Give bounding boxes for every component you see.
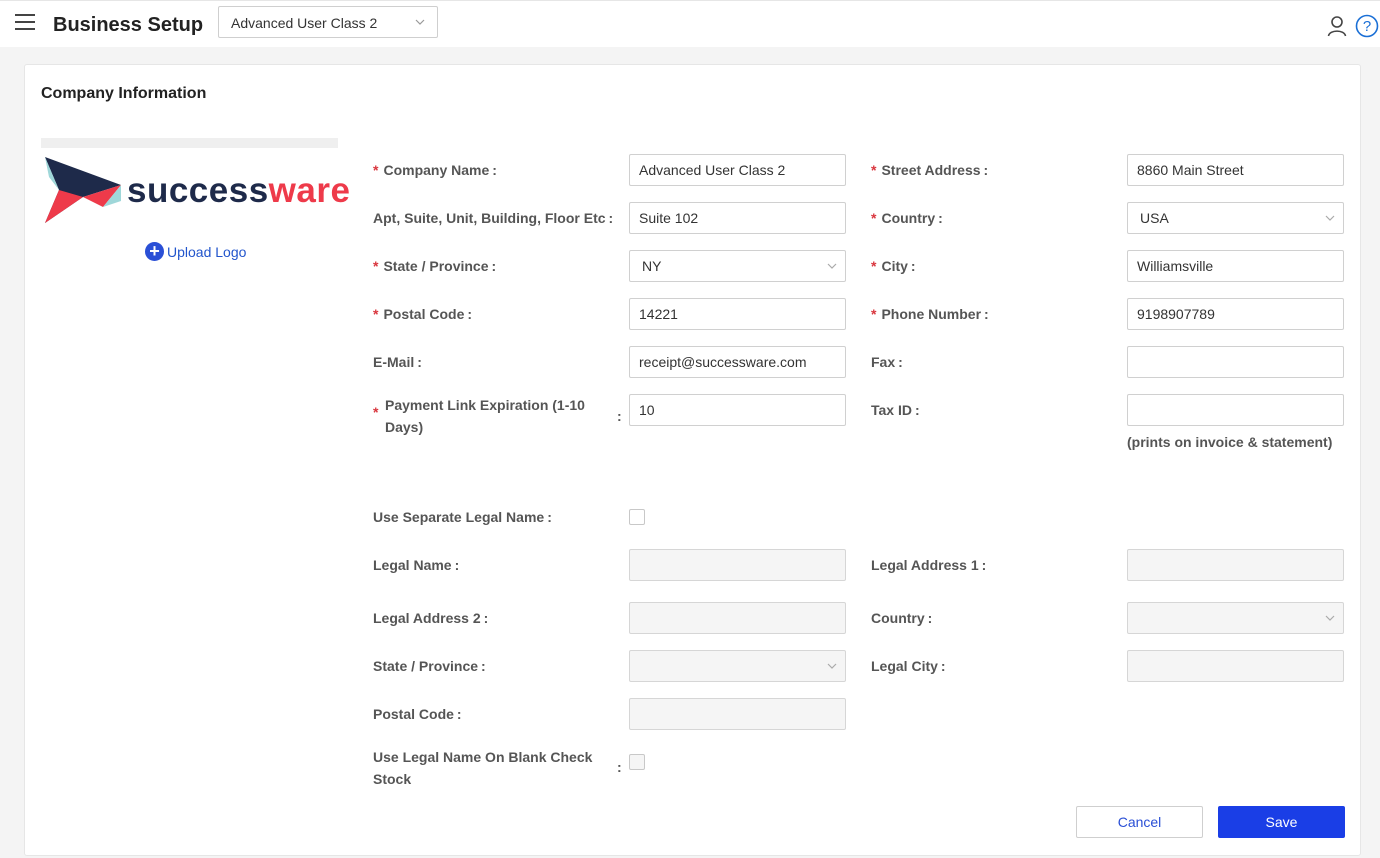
state-select[interactable]: NY [629,250,846,282]
legal-name-label: Legal Name: [373,557,460,573]
blank-check-colon: : [617,759,622,775]
legal-state-label: State / Province: [373,658,486,674]
page-title: Business Setup [53,14,204,36]
legal-city-input[interactable] [1127,650,1344,682]
payment-link-label: Payment Link Expiration (1-10 Days) [385,397,585,435]
logo-bar [41,138,338,148]
fax-label: Fax: [871,354,903,370]
legal-address2-label: Legal Address 2: [373,610,489,626]
chevron-down-icon [1325,615,1335,621]
blank-check-checkbox[interactable] [629,754,645,770]
country-label: * Country: [871,210,943,226]
apt-label: Apt, Suite, Unit, Building, Floor Etc: [373,210,614,226]
payment-link-input[interactable]: 10 [629,394,846,426]
legal-postal-code-label: Postal Code: [373,706,462,722]
tax-id-label: Tax ID: [871,402,920,418]
logo-text-success: success [127,171,269,210]
company-name-label: * Company Name: [373,162,497,178]
plus-icon: + [145,242,164,261]
chevron-down-icon [827,663,837,669]
legal-address1-label: Legal Address 1: [871,557,987,573]
legal-address2-input[interactable] [629,602,846,634]
use-separate-legal-label: Use Separate Legal Name: [373,509,552,525]
legal-state-select[interactable] [629,650,846,682]
company-logo: successware [43,157,350,223]
state-label: * State / Province: [373,258,497,274]
legal-country-label: Country: [871,610,933,626]
legal-city-label: Legal City: [871,658,946,674]
email-input[interactable]: receipt@successware.com [629,346,846,378]
menu-icon[interactable] [15,14,35,31]
fax-input[interactable] [1127,346,1344,378]
logo-text-ware: ware [268,171,351,210]
street-address-input[interactable]: 8860 Main Street [1127,154,1344,186]
tax-id-hint: (prints on invoice & statement) [1127,434,1333,450]
company-select[interactable]: Advanced User Class 2 [218,6,438,38]
country-select[interactable]: USA [1127,202,1344,234]
upload-logo-button[interactable]: + Upload Logo [145,242,246,261]
legal-address1-input[interactable] [1127,549,1344,581]
apt-input[interactable]: Suite 102 [629,202,846,234]
chevron-down-icon [1325,215,1335,221]
postal-code-label: * Postal Code: [373,306,473,322]
top-bar: Business Setup Advanced User Class 2 ? [0,0,1380,47]
legal-name-input[interactable] [629,549,846,581]
street-address-label: * Street Address: [871,162,989,178]
company-info-card: Company Information successware + Upload… [24,64,1361,856]
cancel-button[interactable]: Cancel [1076,806,1203,838]
city-label: * City: [871,258,916,274]
svg-text:?: ? [1363,18,1371,35]
phone-input[interactable]: 9198907789 [1127,298,1344,330]
logo-arrow-icon [45,157,121,223]
city-input[interactable]: Williamsville [1127,250,1344,282]
logo-text: successware [127,171,350,211]
phone-label: * Phone Number: [871,306,989,322]
save-button[interactable]: Save [1218,806,1345,838]
help-icon[interactable]: ? [1355,14,1379,38]
use-separate-legal-checkbox[interactable] [629,509,645,525]
upload-logo-label: Upload Logo [167,243,247,260]
chevron-down-icon [827,263,837,269]
section-title: Company Information [41,85,207,102]
chevron-down-icon [415,19,425,25]
legal-postal-code-input[interactable] [629,698,846,730]
company-name-input[interactable]: Advanced User Class 2 [629,154,846,186]
blank-check-label: Use Legal Name On Blank Check Stock [373,749,593,787]
tax-id-input[interactable] [1127,394,1344,426]
required-marker: * [373,404,379,420]
payment-link-colon: : [617,408,622,424]
user-icon[interactable] [1327,15,1347,37]
legal-country-select[interactable] [1127,602,1344,634]
company-select-value: Advanced User Class 2 [231,15,378,31]
email-label: E-Mail: [373,354,422,370]
postal-code-input[interactable]: 14221 [629,298,846,330]
